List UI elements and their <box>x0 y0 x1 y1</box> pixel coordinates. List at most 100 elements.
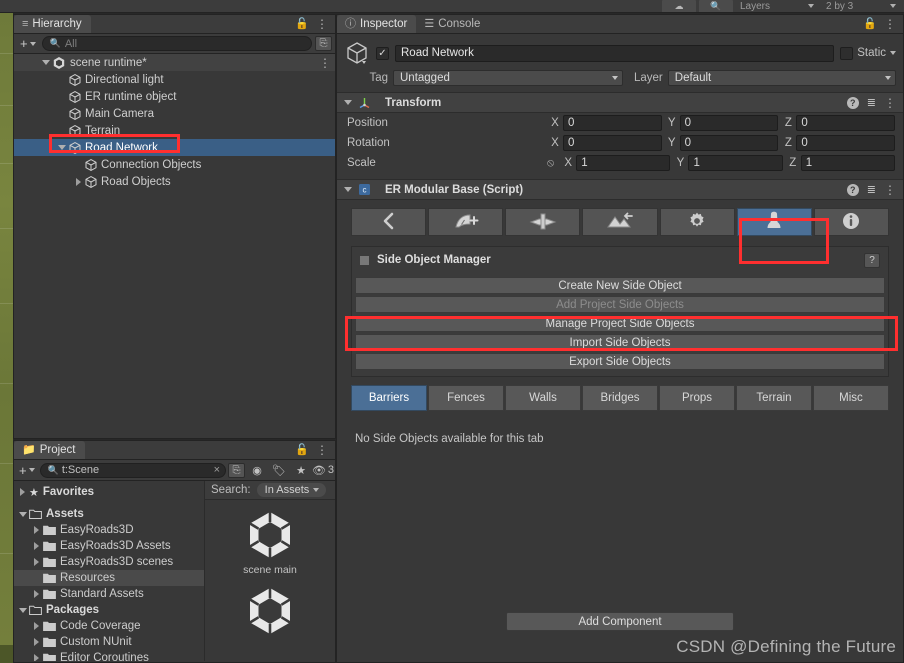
clear-search-icon[interactable]: × <box>214 464 220 476</box>
transform-rotation-x-field[interactable]: 0 <box>563 135 662 151</box>
cloud-icon-button[interactable]: ☁ <box>662 0 696 12</box>
lock-icon[interactable]: 🔓 <box>295 18 309 30</box>
project-item-packages[interactable]: Packages <box>14 602 204 618</box>
foldout-triangle-icon[interactable] <box>56 145 68 150</box>
hierarchy-item-road-network[interactable]: Road Network <box>14 139 335 156</box>
project-item-easyroads3d-scenes[interactable]: EasyRoads3D scenes <box>14 554 204 570</box>
hierarchy-item-scene-runtime[interactable]: scene runtime* ⋮ <box>14 54 335 71</box>
asset-item[interactable]: scene main <box>205 508 335 576</box>
transform-rotation-y-field[interactable]: 0 <box>679 135 779 151</box>
kebab-menu-icon[interactable]: ⋮ <box>319 56 331 70</box>
tab-console[interactable]: ☰ Console <box>416 15 489 33</box>
project-search-input[interactable]: 🔍 t:Scene × <box>39 462 226 478</box>
hidden-packages-count[interactable]: 👁 3 <box>312 462 334 478</box>
project-item-favorites[interactable]: ★ Favorites <box>14 484 204 500</box>
foldout-triangle-icon[interactable] <box>30 590 43 598</box>
help-icon[interactable]: ? <box>846 183 859 196</box>
project-item-assets[interactable]: Assets <box>14 506 204 522</box>
tab-project[interactable]: 📁 Project <box>14 441 85 459</box>
project-item-resources[interactable]: Resources <box>14 570 204 586</box>
import-side-objects-button[interactable]: Import Side Objects <box>355 334 885 351</box>
foldout-triangle-icon[interactable] <box>72 177 84 186</box>
help-button[interactable]: ? <box>864 252 880 268</box>
er-toolbar-crossing-button[interactable] <box>505 208 581 236</box>
create-object-button[interactable]: + <box>17 36 39 51</box>
side-object-tab-terrain[interactable]: Terrain <box>736 385 812 411</box>
er-toolbar-terrain-tool-button[interactable] <box>582 208 658 236</box>
tab-hierarchy[interactable]: ≡ Hierarchy <box>14 15 91 33</box>
project-item-standard-assets[interactable]: Standard Assets <box>14 586 204 602</box>
side-object-tab-fences[interactable]: Fences <box>428 385 504 411</box>
foldout-triangle-icon[interactable] <box>30 622 43 630</box>
help-icon[interactable]: ? <box>846 96 859 109</box>
project-tree[interactable]: ★ Favorites Assets EasyRoads3D EasyRoads3D A… <box>14 481 204 661</box>
scale-lock-icon[interactable]: ⦸ <box>547 157 554 170</box>
foldout-triangle-icon[interactable] <box>30 542 43 550</box>
hierarchy-item-er-runtime-object[interactable]: ER runtime object <box>14 88 335 105</box>
foldout-triangle-icon[interactable] <box>30 654 43 661</box>
foldout-triangle-icon[interactable] <box>16 607 29 613</box>
layers-dropdown[interactable]: Layers <box>736 0 818 12</box>
side-object-tab-misc[interactable]: Misc <box>813 385 889 411</box>
project-item-code-coverage[interactable]: Code Coverage <box>14 618 204 634</box>
foldout-triangle-icon[interactable] <box>16 511 29 517</box>
search-scope-button[interactable]: ⎘ <box>228 462 245 478</box>
hierarchy-tree[interactable]: scene runtime* ⋮ Directional light ER runti… <box>14 54 335 438</box>
hierarchy-item-main-camera[interactable]: Main Camera <box>14 105 335 122</box>
side-object-manager-buttons[interactable]: Create New Side Object Add Project Side O… <box>352 273 888 376</box>
kebab-menu-icon[interactable]: ⋮ <box>316 17 328 31</box>
foldout-triangle-icon[interactable] <box>30 526 43 534</box>
preset-icon[interactable]: ≣ <box>867 183 876 196</box>
transform-position-z-field[interactable]: 0 <box>796 115 896 131</box>
project-item-editor-coroutines[interactable]: Editor Coroutines <box>14 650 204 661</box>
foldout-triangle-icon[interactable] <box>30 558 43 566</box>
hierarchy-item-terrain[interactable]: Terrain <box>14 122 335 139</box>
transform-rotation-z-field[interactable]: 0 <box>796 135 896 151</box>
export-side-objects-button[interactable]: Export Side Objects <box>355 353 885 370</box>
create-asset-button[interactable]: + <box>16 463 38 478</box>
kebab-menu-icon[interactable]: ⋮ <box>884 96 896 110</box>
layer-dropdown[interactable]: Default <box>667 70 896 86</box>
er-toolbar-side-object-button[interactable] <box>736 208 812 236</box>
hierarchy-search-input[interactable]: 🔍 All <box>41 36 312 51</box>
scene-view[interactable] <box>0 13 13 645</box>
manage-project-side-objects-button[interactable]: Manage Project Side Objects <box>355 315 885 332</box>
er-toolbar-gear-button[interactable] <box>659 208 735 236</box>
filter-favorite-icon[interactable]: ★ <box>291 462 311 478</box>
kebab-menu-icon[interactable]: ⋮ <box>884 17 896 31</box>
transform-scale-x-field[interactable]: 1 <box>576 155 671 171</box>
hierarchy-item-directional-light[interactable]: Directional light <box>14 71 335 88</box>
project-item-custom-nunit[interactable]: Custom NUnit <box>14 634 204 650</box>
er-toolbar-back-arrow-button[interactable] <box>351 208 427 236</box>
kebab-menu-icon[interactable]: ⋮ <box>316 443 328 457</box>
lock-icon[interactable]: 🔓 <box>863 18 877 30</box>
foldout-triangle-icon[interactable] <box>40 60 52 65</box>
transform-component-header[interactable]: Transform ? ≣ ⋮ <box>337 92 903 113</box>
gameobject-name-field[interactable]: Road Network <box>395 44 835 62</box>
kebab-menu-icon[interactable]: ⋮ <box>884 183 896 197</box>
transform-position-y-field[interactable]: 0 <box>679 115 779 131</box>
project-asset-grid[interactable]: Search: In Assets scene main <box>204 481 335 661</box>
transform-position-x-field[interactable]: 0 <box>563 115 662 131</box>
preset-icon[interactable]: ≣ <box>867 96 876 109</box>
hierarchy-item-connection-objects[interactable]: Connection Objects <box>14 156 335 173</box>
transform-scale-y-field[interactable]: 1 <box>688 155 783 171</box>
filter-type-icon[interactable]: ◉ <box>247 462 267 478</box>
static-checkbox[interactable] <box>840 46 854 60</box>
gameobject-enabled-checkbox[interactable]: ✓ <box>376 46 389 60</box>
project-item-easyroads3d[interactable]: EasyRoads3D <box>14 522 204 538</box>
add-component-button[interactable]: Add Component <box>506 612 734 631</box>
project-item-easyroads3d-assets[interactable]: EasyRoads3D Assets <box>14 538 204 554</box>
chevron-down-icon[interactable] <box>890 51 896 55</box>
er-modular-toolbar[interactable] <box>337 200 903 242</box>
side-object-tabstrip[interactable]: Barriers Fences Walls Bridges Props Terrain Mi… <box>351 385 889 411</box>
search-icon-button[interactable]: 🔍 <box>699 0 733 12</box>
create-new-side-object-button[interactable]: Create New Side Object <box>355 277 885 294</box>
er-toolbar-info-circle-button[interactable] <box>813 208 889 236</box>
side-object-tab-barriers[interactable]: Barriers <box>351 385 427 411</box>
side-object-tab-props[interactable]: Props <box>659 385 735 411</box>
foldout-triangle-icon[interactable] <box>30 638 43 646</box>
foldout-triangle-icon[interactable] <box>344 100 352 105</box>
search-scope-button[interactable]: ⎘ <box>315 36 332 51</box>
hierarchy-item-road-objects[interactable]: Road Objects <box>14 173 335 190</box>
